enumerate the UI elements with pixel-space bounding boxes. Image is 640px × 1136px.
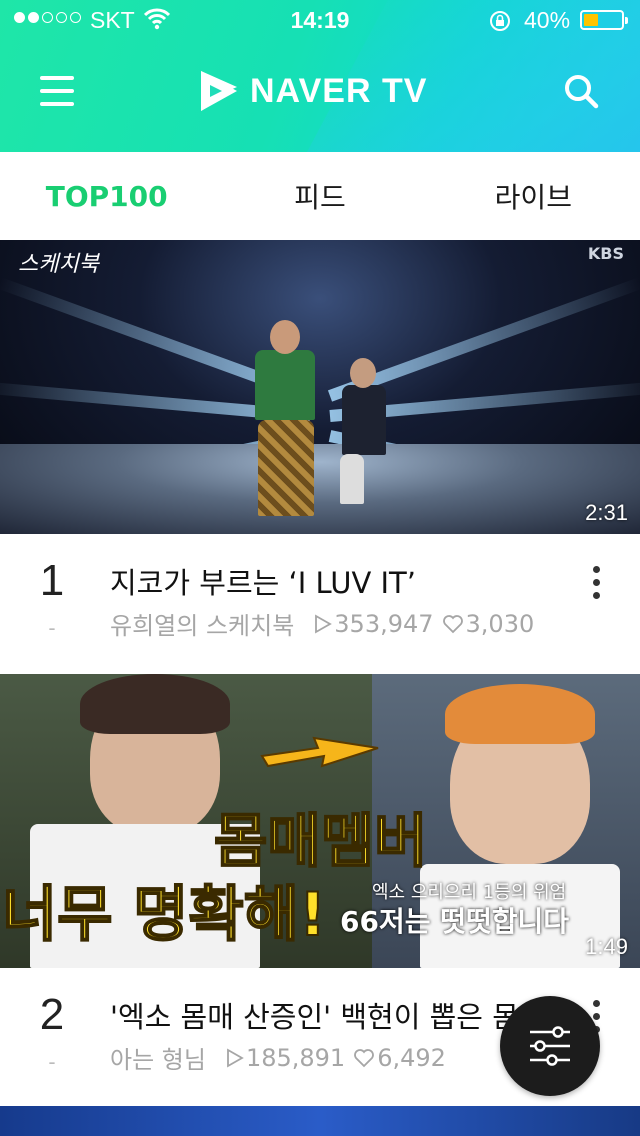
caption-quote: 66저는 떳떳합니다 (340, 905, 570, 938)
play-logo-icon (201, 71, 237, 111)
next-video-thumbnail[interactable] (0, 1106, 640, 1136)
app-header: SKT 14:19 40% NAVER TV (0, 0, 640, 152)
tab-bar: TOP100 피드 라이브 (0, 152, 640, 240)
heart-icon (442, 614, 463, 633)
play-count: 185,891 (226, 1044, 345, 1072)
rank-number: 2 (39, 990, 65, 1039)
tab-feed[interactable]: 피드 (213, 152, 426, 240)
channel-name[interactable]: 아는 형님 (110, 1040, 206, 1075)
performer (255, 350, 315, 420)
video-info: 1 - 지코가 부르는 ‘I LUV IT’ 유희열의 스케치북 353,947… (0, 534, 640, 674)
filter-button[interactable] (500, 996, 600, 1096)
rank-number: 1 (39, 556, 65, 605)
play-icon (315, 613, 333, 634)
like-count: 3,030 (442, 610, 534, 638)
naver-tv-logo[interactable]: NAVER TV (198, 66, 427, 116)
status-bar: SKT 14:19 40% (0, 0, 640, 40)
menu-button[interactable] (38, 72, 78, 112)
rotation-lock-icon (490, 11, 510, 31)
video-duration: 1:49 (585, 934, 628, 959)
video-thumbnail[interactable]: 스케치북 KBS 2:31 (0, 240, 640, 534)
video-title[interactable]: '엑소 몸매 산증인' 백현이 뽑은 몸매멤버 (110, 994, 560, 1036)
filter-sliders-icon (530, 1026, 570, 1066)
tab-live[interactable]: 라이브 (427, 152, 640, 240)
rank-change: - (48, 1050, 56, 1074)
video-title[interactable]: 지코가 부르는 ‘I LUV IT’ (110, 560, 560, 602)
search-button[interactable] (562, 72, 602, 112)
more-options-button[interactable] (582, 562, 612, 602)
battery-icon (580, 10, 628, 30)
caption-subtitle: 너무 명확해! (1, 879, 327, 951)
tab-top100[interactable]: TOP100 (0, 152, 213, 240)
video-meta: 아는 형님 185,891 6,492 (110, 1040, 454, 1075)
heart-icon (354, 1048, 375, 1067)
battery-percentage: 40% (524, 7, 571, 33)
rank-change: - (48, 616, 56, 640)
play-count: 353,947 (314, 610, 434, 638)
search-icon (565, 75, 599, 109)
video-list: 스케치북 KBS 2:31 1 - 지코가 부르는 ‘I LUV IT’ 유희열… (0, 240, 640, 1108)
broadcaster-watermark: KBS (587, 244, 624, 263)
show-watermark: 스케치북 (18, 252, 99, 277)
arrow-graphic (260, 736, 379, 768)
video-thumbnail[interactable]: 몸매멤버 너무 명확해! 엑소 으리으리 1등의 위엄 66저는 떳떳합니다 1… (0, 674, 640, 968)
video-duration: 2:31 (585, 500, 628, 525)
play-icon (227, 1047, 244, 1068)
logo-text: NAVER TV (250, 71, 428, 110)
video-card[interactable]: 스케치북 KBS 2:31 1 - 지코가 부르는 ‘I LUV IT’ 유희열… (0, 240, 640, 674)
channel-name[interactable]: 유희열의 스케치북 (110, 606, 294, 641)
video-meta: 유희열의 스케치북 353,947 3,030 (110, 606, 542, 641)
like-count: 6,492 (353, 1044, 446, 1072)
